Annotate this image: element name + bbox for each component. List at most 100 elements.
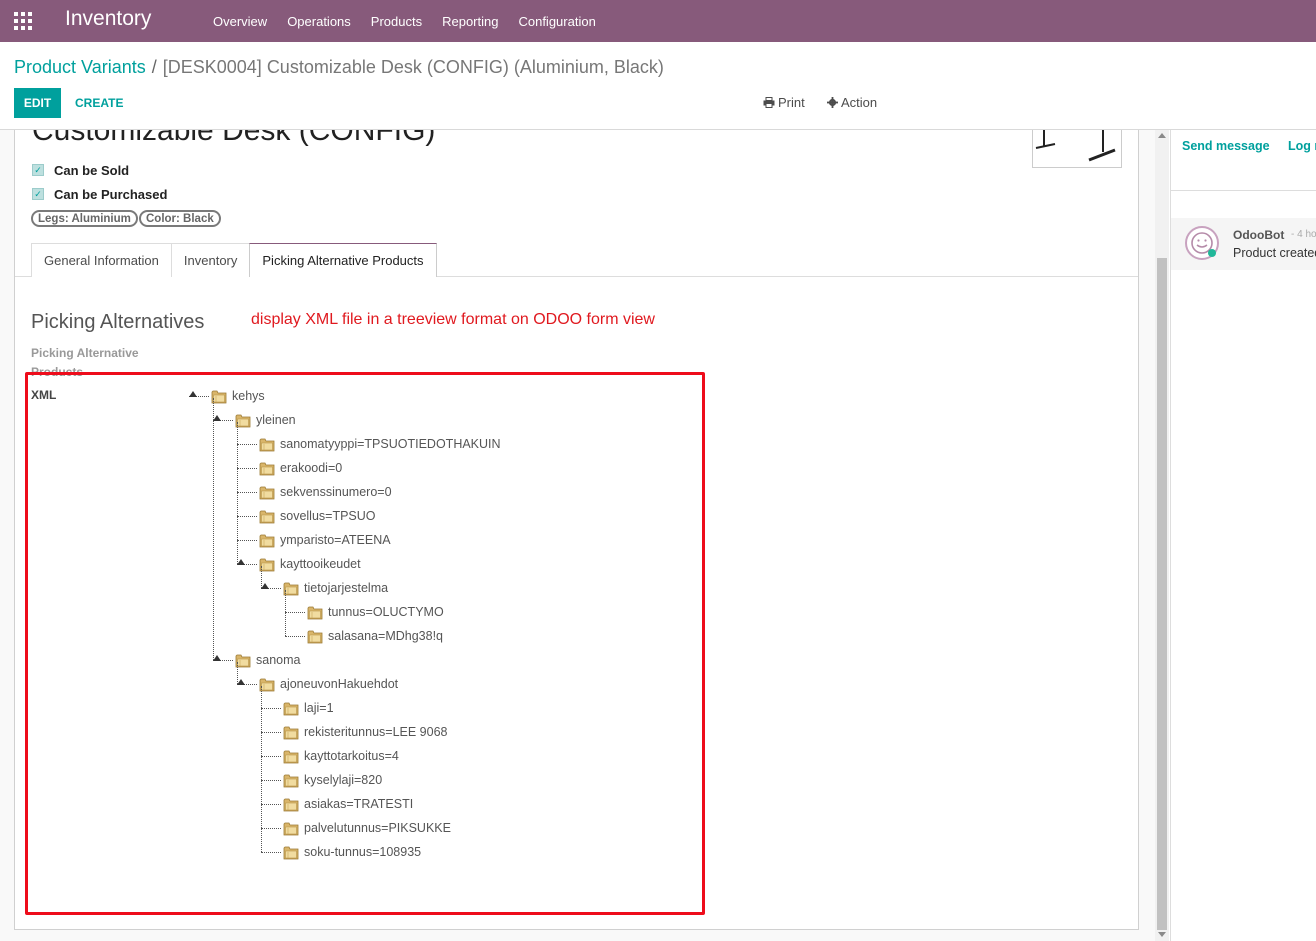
- tree-node[interactable]: laji=1: [283, 699, 334, 717]
- print-label: Print: [778, 95, 805, 110]
- tree-connector: [285, 612, 305, 613]
- tree-guide-line: [213, 398, 214, 660]
- tree-connector: [285, 636, 305, 637]
- tree-connector: [261, 756, 281, 757]
- tab-inventory[interactable]: Inventory: [170, 243, 251, 277]
- gear-icon: [827, 97, 838, 108]
- main-menu: Overview Operations Products Reporting C…: [213, 0, 616, 42]
- scroll-up-arrow-icon[interactable]: [1158, 133, 1166, 138]
- send-message-button[interactable]: Send message: [1182, 139, 1270, 153]
- tree-node[interactable]: salasana=MDhg38!q: [307, 627, 443, 645]
- tree-node-label: palvelutunnus=PIKSUKKE: [304, 821, 451, 835]
- tree-connector: [261, 852, 281, 853]
- control-panel: Product Variants / [DESK0004] Customizable…: [0, 42, 1316, 130]
- tree-connector: [261, 708, 281, 709]
- tree-node[interactable]: sanoma: [235, 651, 300, 669]
- tree-connector: [237, 468, 257, 469]
- printer-icon: [763, 97, 775, 108]
- collapse-triangle-icon[interactable]: [261, 583, 269, 589]
- chatter-panel: Send message Log note OdooBot - 4 hours …: [1170, 130, 1316, 941]
- can-be-sold-row: ✓ Can be Sold: [32, 162, 129, 178]
- attribute-tag-legs: Legs: Aluminium: [31, 210, 138, 227]
- folder-icon: [259, 437, 275, 452]
- folder-icon: [259, 509, 275, 524]
- folder-icon: [259, 485, 275, 500]
- tree-connector: [261, 780, 281, 781]
- tree-node-label: ajoneuvonHakuehdot: [280, 677, 399, 691]
- can-be-sold-checkbox[interactable]: ✓: [32, 164, 44, 176]
- action-button[interactable]: Action: [827, 95, 877, 110]
- breadcrumb-parent[interactable]: Product Variants: [14, 57, 146, 77]
- collapse-triangle-icon[interactable]: [213, 415, 221, 421]
- tree-connector: [237, 540, 257, 541]
- menu-products[interactable]: Products: [371, 14, 422, 29]
- tree-node[interactable]: kayttotarkoitus=4: [283, 747, 399, 765]
- folder-icon: [307, 629, 323, 644]
- tree-node[interactable]: palvelutunnus=PIKSUKKE: [283, 819, 451, 837]
- tree-connector: [237, 492, 257, 493]
- tree-node-label: salasana=MDhg38!q: [328, 629, 444, 643]
- message-body: Product created: [1233, 246, 1316, 260]
- tree-node[interactable]: asiakas=TRATESTI: [283, 795, 413, 813]
- folder-icon: [307, 605, 323, 620]
- field-label-picking-alternative: Picking Alternative Products: [31, 346, 139, 379]
- tree-node[interactable]: tietojarjestelma: [283, 579, 388, 597]
- folder-icon: [259, 533, 275, 548]
- tree-node-label: ymparisto=ATEENA: [280, 533, 391, 547]
- tree-node-label: kyselylaji=820: [304, 773, 383, 787]
- action-label: Action: [841, 95, 878, 110]
- tree-node[interactable]: kayttooikeudet: [259, 555, 361, 573]
- tab-picking-alternative-products[interactable]: Picking Alternative Products: [249, 243, 437, 277]
- can-be-purchased-checkbox[interactable]: ✓: [32, 188, 44, 200]
- tree-node[interactable]: soku-tunnus=108935: [283, 843, 421, 861]
- log-note-button[interactable]: Log note: [1288, 139, 1316, 153]
- collapse-triangle-icon[interactable]: [237, 679, 245, 685]
- tree-node-label: sanomatyyppi=TPSUOTIEDOTHAKUIN: [280, 437, 501, 451]
- scroll-down-arrow-icon[interactable]: [1158, 932, 1166, 937]
- tree-node[interactable]: tunnus=OLUCTYMO: [307, 603, 444, 621]
- tree-node-label: soku-tunnus=108935: [304, 845, 422, 859]
- tree-node[interactable]: rekisteritunnus=LEE 9068: [283, 723, 448, 741]
- tree-connector: [237, 516, 257, 517]
- folder-icon: [283, 821, 299, 836]
- tree-node-label: kayttotarkoitus=4: [304, 749, 399, 763]
- tree-node[interactable]: yleinen: [235, 411, 296, 429]
- folder-icon: [283, 845, 299, 860]
- tree-node[interactable]: sekvenssinumero=0: [259, 483, 392, 501]
- tree-connector: [261, 804, 281, 805]
- menu-reporting[interactable]: Reporting: [442, 14, 498, 29]
- apps-menu-icon[interactable]: [14, 12, 32, 30]
- app-name[interactable]: Inventory: [65, 7, 151, 31]
- can-be-sold-label: Can be Sold: [54, 162, 130, 178]
- tree-node[interactable]: kehys: [211, 387, 265, 405]
- top-navbar: Inventory Overview Operations Products R…: [0, 0, 1316, 42]
- tree-node-label: tietojarjestelma: [304, 581, 389, 595]
- menu-configuration[interactable]: Configuration: [518, 14, 595, 29]
- form-scrollbar[interactable]: [1155, 130, 1169, 941]
- create-button[interactable]: CREATE: [75, 88, 123, 118]
- tree-node[interactable]: ajoneuvonHakuehdot: [259, 675, 398, 693]
- breadcrumb: Product Variants / [DESK0004] Customizable…: [14, 57, 664, 78]
- menu-operations[interactable]: Operations: [287, 14, 351, 29]
- product-image[interactable]: [1032, 130, 1122, 168]
- tree-node-label: sanoma: [256, 653, 301, 667]
- tree-node[interactable]: ymparisto=ATEENA: [259, 531, 391, 549]
- tree-node-label: rekisteritunnus=LEE 9068: [304, 725, 448, 739]
- tree-node[interactable]: sovellus=TPSUO: [259, 507, 376, 525]
- menu-overview[interactable]: Overview: [213, 14, 267, 29]
- scrollbar-thumb[interactable]: [1157, 258, 1167, 930]
- tree-node[interactable]: erakoodi=0: [259, 459, 342, 477]
- tree-connector: [261, 732, 281, 733]
- tree-node-label: sovellus=TPSUO: [280, 509, 376, 523]
- product-title: Customizable Desk (CONFIG): [32, 130, 436, 147]
- print-button[interactable]: Print: [763, 95, 805, 110]
- tree-node[interactable]: sanomatyyppi=TPSUOTIEDOTHAKUIN: [259, 435, 501, 453]
- avatar: [1185, 226, 1219, 260]
- tab-general-information[interactable]: General Information: [31, 243, 172, 277]
- collapse-triangle-icon[interactable]: [189, 391, 197, 397]
- collapse-triangle-icon[interactable]: [213, 655, 221, 661]
- notebook-tabs: General Information Inventory Picking Al…: [31, 243, 437, 277]
- collapse-triangle-icon[interactable]: [237, 559, 245, 565]
- tree-node[interactable]: kyselylaji=820: [283, 771, 382, 789]
- edit-button[interactable]: EDIT: [14, 88, 61, 118]
